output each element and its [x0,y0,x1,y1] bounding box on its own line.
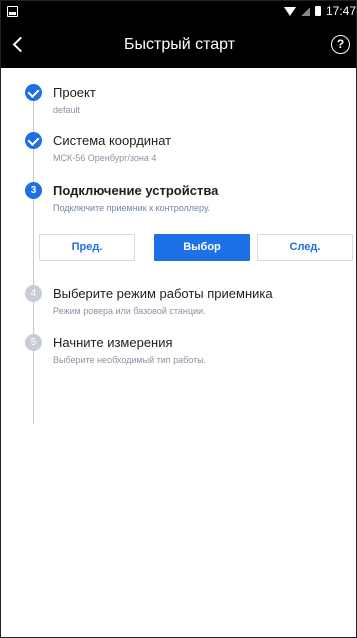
step-subtitle: Режим ровера или базовой станции. [53,306,206,316]
step-done-icon [25,132,42,149]
next-button[interactable]: След. [257,234,353,261]
prev-button[interactable]: Пред. [39,234,135,261]
signal-icon [300,6,310,16]
status-right: 17:47 [283,4,356,18]
step-number-badge: 3 [25,182,42,199]
help-icon[interactable]: ? [331,35,350,54]
select-button[interactable]: Выбор [154,234,250,261]
step-title: Система координат [53,133,172,148]
step-title: Начните измерения [53,335,173,350]
step-title: Проект [53,85,96,100]
battery-icon [314,6,321,16]
step-subtitle: Подключите приемник к контроллеру. [53,203,211,213]
notification-icon [7,6,18,17]
step-title: Подключение устройства [53,183,219,198]
step-subtitle: default [53,105,81,115]
check-icon [27,85,40,99]
wifi-icon [283,6,296,16]
step-actions: Пред. Выбор След. [39,234,353,261]
step-number-badge: 5 [25,334,42,351]
step-title: Выберите режим работы приемника [53,286,273,301]
step-done-icon [25,84,42,101]
app-header: Быстрый старт ? [1,23,356,68]
status-bar: 17:47 [1,1,356,23]
step-number-badge: 4 [25,285,42,302]
check-icon [27,133,40,147]
page-title: Быстрый старт [123,36,236,53]
app-screen: 17:47 Быстрый старт ? Проект default Сис… [0,0,357,638]
step-subtitle: МСК-56 Оренбург/зона 4 [53,153,157,163]
step-subtitle: Выберите необходимый тип работы. [53,355,207,365]
status-time: 17:47 [325,4,356,18]
